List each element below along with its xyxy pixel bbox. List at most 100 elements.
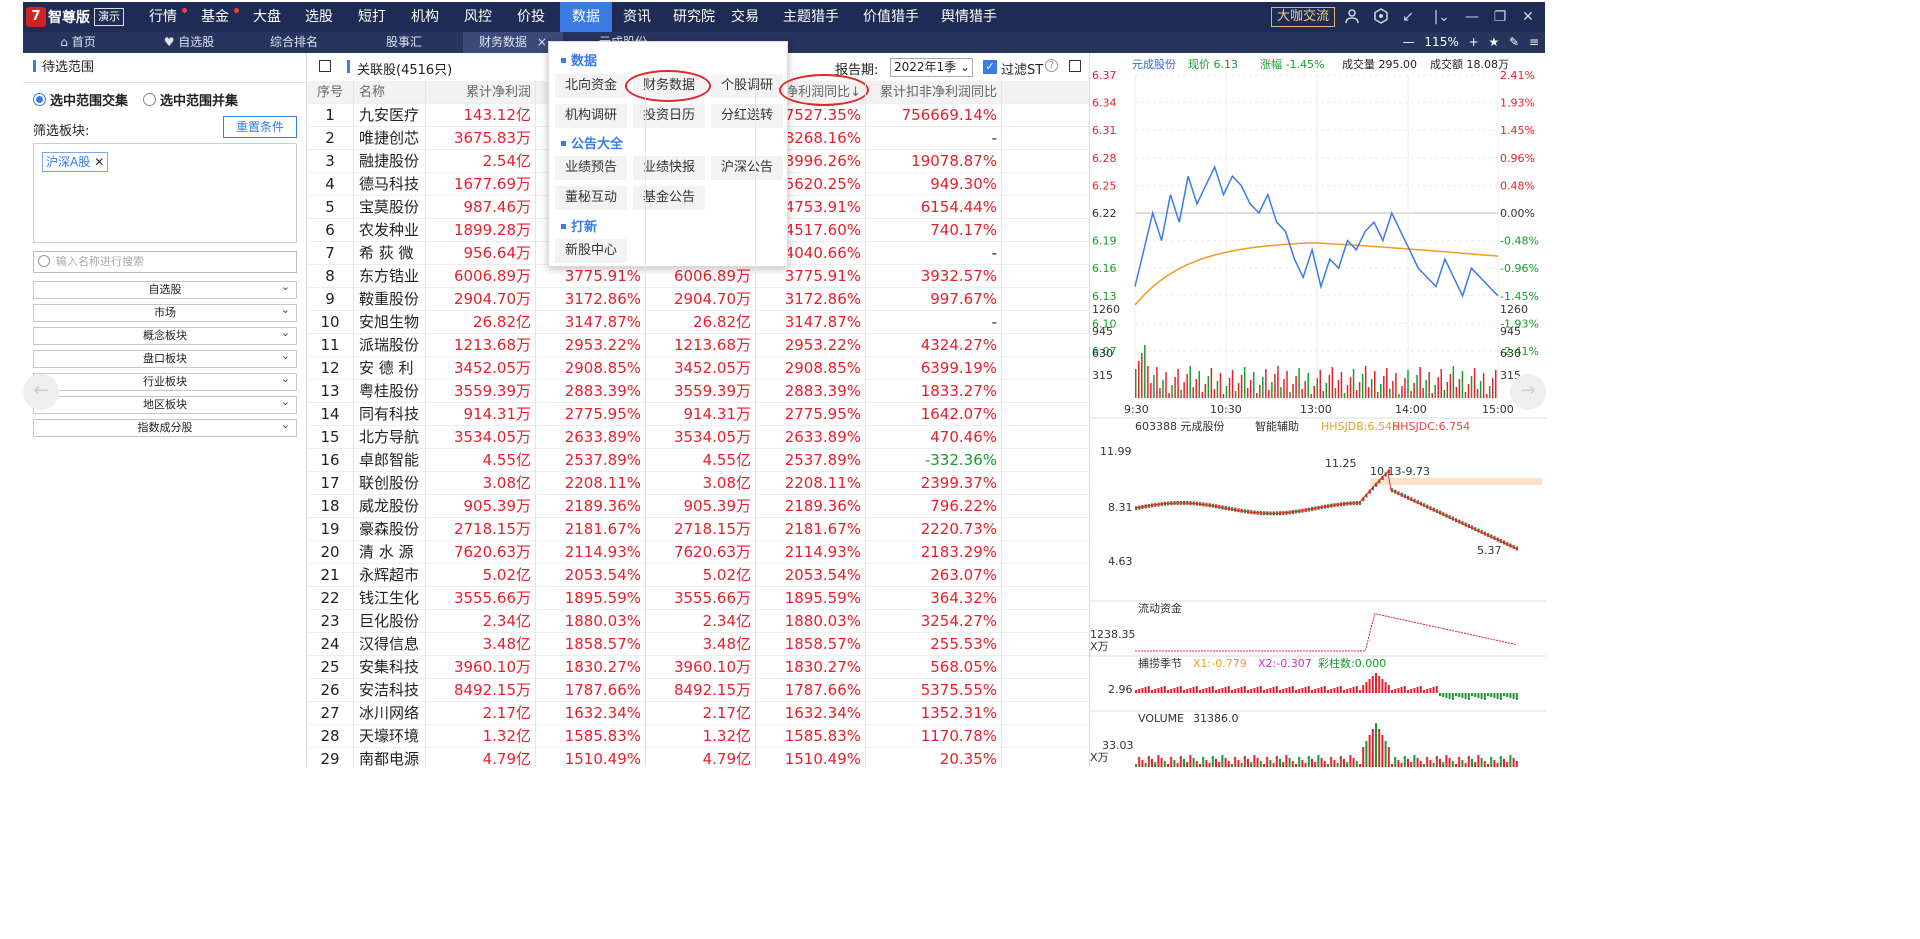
k-band bbox=[1370, 478, 1542, 485]
volume-bar bbox=[1367, 387, 1370, 398]
more-icon[interactable]: ≡ bbox=[1529, 35, 1539, 49]
nav-news[interactable]: 资讯 bbox=[615, 2, 659, 32]
column-header: 序号 bbox=[317, 85, 344, 100]
close-icon[interactable]: ✕ bbox=[1519, 8, 1537, 26]
prev-arrow-icon[interactable]: ← bbox=[23, 374, 59, 410]
nav-short[interactable]: 短打 bbox=[350, 2, 394, 32]
table-cell: 22 bbox=[320, 589, 340, 607]
star-icon[interactable]: ★ bbox=[1488, 35, 1499, 49]
minimize-icon[interactable]: — bbox=[1463, 8, 1481, 26]
nav-quotes[interactable]: 行情 bbox=[141, 2, 187, 32]
dropdown-concept[interactable]: 概念板块 bbox=[33, 325, 297, 345]
dropdown-watchlist[interactable]: 自选股 bbox=[33, 279, 297, 299]
table-cell: 粤桂股份 bbox=[359, 382, 420, 400]
shrink-icon[interactable]: ↙ bbox=[1399, 8, 1417, 26]
volume-bar bbox=[1346, 385, 1349, 398]
remove-tag-icon[interactable]: ✕ bbox=[94, 155, 104, 169]
menu-secretary-interaction[interactable]: 董秘互动 bbox=[555, 186, 627, 210]
search-input[interactable]: 输入名称进行搜索 bbox=[33, 251, 297, 273]
table-cell: 2183.29% bbox=[920, 543, 997, 561]
volume-bottom-bar bbox=[1279, 759, 1281, 767]
dropdown-order-book[interactable]: 盘口板块 bbox=[33, 348, 297, 368]
table-cell: 1510.49% bbox=[564, 750, 641, 767]
nav-risk[interactable]: 风控 bbox=[456, 2, 500, 32]
nav-sentiment-hunter[interactable]: 舆情猎手 bbox=[933, 2, 1005, 32]
volume-bar bbox=[1234, 391, 1237, 398]
menu-stock-research[interactable]: 个股调研 bbox=[711, 74, 783, 98]
panel-toggle-icon[interactable] bbox=[319, 60, 331, 72]
season-bar bbox=[1298, 689, 1301, 693]
zoom-in-icon[interactable]: + bbox=[1469, 35, 1479, 49]
nav-market[interactable]: 大盘 bbox=[245, 2, 289, 32]
volume-bottom-bar bbox=[1346, 762, 1349, 767]
y-tick-right: 1.93% bbox=[1500, 97, 1535, 110]
radio-intersection[interactable]: 选中范围交集 bbox=[33, 90, 128, 109]
volume-bar bbox=[1443, 390, 1446, 398]
season-bar bbox=[1163, 686, 1166, 693]
help-icon[interactable]: ? bbox=[1045, 59, 1058, 72]
panel-toggle-right-icon[interactable] bbox=[1069, 60, 1081, 72]
tab-ranking[interactable]: 综合排名 bbox=[259, 32, 329, 53]
tab-home[interactable]: ⌂ 首页 bbox=[43, 32, 113, 53]
zoom-level: 115% bbox=[1424, 35, 1459, 49]
next-arrow-icon[interactable]: → bbox=[1510, 374, 1546, 410]
table-cell: - bbox=[991, 313, 997, 331]
menu-ipo-center[interactable]: 新股中心 bbox=[555, 239, 627, 263]
filter-st-checkbox[interactable]: ✓ bbox=[983, 60, 997, 74]
dropdown-region[interactable]: 地区板块 bbox=[33, 394, 297, 414]
report-period-select[interactable]: 2022年1季 ⌄ bbox=[890, 58, 973, 77]
nav-trade[interactable]: 交易 bbox=[723, 2, 767, 32]
nav-theme-hunter[interactable]: 主题猎手 bbox=[775, 2, 847, 32]
highlight-circle bbox=[779, 74, 869, 106]
reset-button[interactable]: 重置条件 bbox=[223, 116, 297, 138]
notify-dot bbox=[234, 8, 239, 13]
dropdown-index[interactable]: 指数成分股 bbox=[33, 417, 297, 437]
volume-bottom-bar bbox=[1285, 755, 1288, 767]
menu-earnings-flash[interactable]: 业绩快报 bbox=[633, 156, 705, 180]
tab-stock-stories[interactable]: 股事汇 bbox=[369, 32, 439, 53]
settings-icon[interactable] bbox=[1372, 8, 1390, 26]
menu-exchange-announcements[interactable]: 沪深公告 bbox=[711, 156, 783, 180]
edit-icon[interactable]: ✎ bbox=[1509, 35, 1519, 49]
menu-dividends[interactable]: 分红送转 bbox=[711, 104, 783, 128]
tab-watchlist[interactable]: ♥ 自选股 bbox=[149, 32, 229, 53]
volume-bar bbox=[1274, 374, 1276, 398]
dropdown-market[interactable]: 市场 bbox=[33, 302, 297, 322]
volume-bottom-bar bbox=[1317, 755, 1320, 767]
restore-icon[interactable]: ❐ bbox=[1491, 8, 1509, 26]
nav-institution[interactable]: 机构 bbox=[403, 2, 447, 32]
table-cell: 3675.83万 bbox=[453, 129, 531, 147]
volume-bottom-bar bbox=[1189, 755, 1192, 767]
big-cafe-button[interactable]: 大咖交流 bbox=[1271, 7, 1336, 27]
volume-bottom-bar bbox=[1515, 761, 1518, 767]
vol-tick-left: 945 bbox=[1092, 325, 1113, 338]
nav-fund[interactable]: 基金 bbox=[193, 2, 239, 32]
volume-bar bbox=[1228, 378, 1231, 398]
board-box: 沪深A股 ✕ bbox=[33, 143, 297, 243]
volume-bar bbox=[1295, 376, 1297, 398]
menu-northbound[interactable]: 北向资金 bbox=[555, 74, 627, 98]
nav-stock-pick[interactable]: 选股 bbox=[297, 2, 341, 32]
dropdown-industry[interactable]: 行业板块 bbox=[33, 371, 297, 391]
volume-bottom-bar bbox=[1234, 757, 1237, 767]
menu-investment-calendar[interactable]: 投资日历 bbox=[633, 104, 705, 128]
table-cell: 6 bbox=[325, 221, 335, 239]
menu-institution-research[interactable]: 机构调研 bbox=[555, 104, 627, 128]
volume-bottom-bar bbox=[1275, 756, 1278, 767]
nav-data[interactable]: 数据 bbox=[560, 2, 612, 32]
table-cell: 1895.59% bbox=[784, 589, 861, 607]
nav-value-hunter[interactable]: 价值猎手 bbox=[855, 2, 927, 32]
table-cell: 1 bbox=[325, 106, 335, 124]
nav-value[interactable]: 价投 bbox=[509, 2, 553, 32]
tab-close-icon[interactable]: × bbox=[537, 35, 547, 49]
nav-research[interactable]: 研究院 bbox=[666, 2, 722, 32]
volume-bar bbox=[1231, 370, 1234, 398]
user-icon[interactable] bbox=[1343, 8, 1361, 26]
radio-union[interactable]: 选中范围并集 bbox=[143, 90, 238, 109]
chevron-down-icon[interactable]: ⌄ bbox=[1435, 8, 1453, 26]
menu-fund-announcements[interactable]: 基金公告 bbox=[633, 186, 705, 210]
zoom-out-icon[interactable]: — bbox=[1403, 35, 1415, 49]
volume-bar bbox=[1398, 394, 1400, 398]
menu-earnings-forecast[interactable]: 业绩预告 bbox=[555, 156, 627, 180]
volume-bottom-bar bbox=[1163, 761, 1166, 767]
